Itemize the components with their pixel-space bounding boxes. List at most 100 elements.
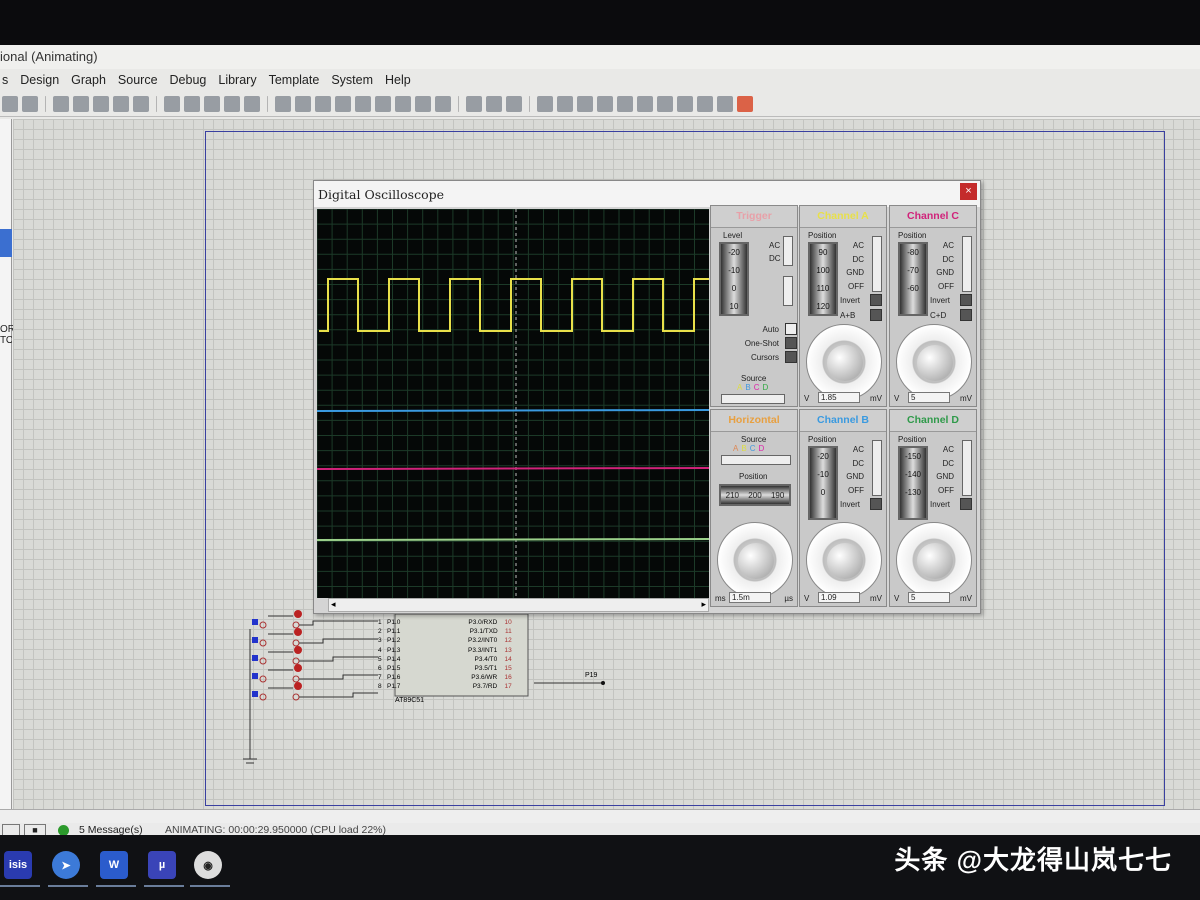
- toolbar-button-icon[interactable]: [557, 95, 573, 112]
- position-drum[interactable]: 210 200 190: [719, 484, 791, 506]
- menu-item[interactable]: s: [2, 73, 8, 87]
- coupling-off[interactable]: OFF: [934, 280, 954, 294]
- horizontal-scrollbar[interactable]: [0, 809, 1200, 823]
- menu-system[interactable]: System: [331, 73, 373, 87]
- time-per-div-knob[interactable]: [717, 522, 793, 598]
- screen-scrollbar[interactable]: ◂ ▸: [328, 598, 709, 612]
- toolbar-button-icon[interactable]: [73, 95, 89, 112]
- toolbar-button-icon[interactable]: [164, 95, 180, 112]
- coupling-dc[interactable]: DC: [844, 457, 864, 471]
- c+d-button[interactable]: [960, 309, 972, 321]
- toolbar-button-icon[interactable]: [537, 95, 553, 112]
- keil-taskbar-icon[interactable]: µ: [148, 851, 176, 879]
- position-drum[interactable]: 90 100 110 120: [808, 242, 838, 316]
- toolbar-button-icon[interactable]: [458, 95, 459, 112]
- toolbar-button-icon[interactable]: [204, 95, 220, 112]
- toolbar-button-icon[interactable]: [737, 95, 753, 112]
- menu-library[interactable]: Library: [218, 73, 256, 87]
- toolbar-button-icon[interactable]: [506, 95, 522, 112]
- close-button[interactable]: ×: [960, 183, 977, 200]
- menu-graph[interactable]: Graph: [71, 73, 106, 87]
- push-button[interactable]: [252, 664, 378, 683]
- menu-template[interactable]: Template: [269, 73, 320, 87]
- toolbar-button-icon[interactable]: [466, 95, 482, 112]
- toolbar-button-icon[interactable]: [295, 95, 311, 112]
- source-slider[interactable]: [721, 394, 785, 404]
- toolbar-button-icon[interactable]: [677, 95, 693, 112]
- cursors-button[interactable]: [785, 351, 797, 363]
- coupling-off[interactable]: OFF: [844, 280, 864, 294]
- menu-debug[interactable]: Debug: [170, 73, 207, 87]
- app-taskbar-icon[interactable]: ◉: [194, 851, 222, 879]
- toolbar-button-icon[interactable]: [113, 95, 129, 112]
- feishu-taskbar-icon[interactable]: ➤: [52, 851, 80, 879]
- toolbar-button-icon[interactable]: [335, 95, 351, 112]
- trigger-coupling[interactable]: DC: [769, 252, 781, 265]
- toolbar-button-icon[interactable]: [597, 95, 613, 112]
- position-drum[interactable]: -80 -70 -60: [898, 242, 928, 316]
- toolbar-button-icon[interactable]: [315, 95, 331, 112]
- toolbar-button-icon[interactable]: [415, 95, 431, 112]
- toolbar-button-icon[interactable]: [133, 95, 149, 112]
- volts-per-div-knob[interactable]: [896, 522, 972, 598]
- toolbar-button-icon[interactable]: [697, 95, 713, 112]
- toolbar-button-icon[interactable]: [45, 95, 46, 112]
- coupling-gnd[interactable]: GND: [844, 266, 864, 280]
- toolbar-button-icon[interactable]: [224, 95, 240, 112]
- toolbar-button-icon[interactable]: [529, 95, 530, 112]
- volts-per-div-knob[interactable]: [806, 324, 882, 400]
- position-drum[interactable]: -20 -10 0: [808, 446, 838, 520]
- toolbar-button-icon[interactable]: [22, 95, 38, 112]
- invert-button[interactable]: [870, 294, 882, 306]
- coupling-ac[interactable]: AC: [844, 239, 864, 253]
- coupling-off[interactable]: OFF: [844, 484, 864, 498]
- coupling-dc[interactable]: DC: [844, 253, 864, 267]
- coupling-slider[interactable]: [783, 236, 793, 266]
- invert-button[interactable]: [960, 498, 972, 510]
- source-slider[interactable]: [721, 455, 791, 465]
- invert-button[interactable]: [960, 294, 972, 306]
- coupling-dc[interactable]: DC: [934, 457, 954, 471]
- wps-taskbar-icon[interactable]: W: [100, 851, 128, 879]
- toolbar-button-icon[interactable]: [617, 95, 633, 112]
- toolbar-button-icon[interactable]: [375, 95, 391, 112]
- push-button[interactable]: [252, 628, 378, 647]
- toolbar-button-icon[interactable]: [435, 95, 451, 112]
- coupling-dc[interactable]: DC: [934, 253, 954, 267]
- toolbar-button-icon[interactable]: [267, 95, 268, 112]
- level-drum[interactable]: -20 -10 0 10: [719, 242, 749, 316]
- one-shot-button[interactable]: [785, 337, 797, 349]
- volts-per-div-knob[interactable]: [896, 324, 972, 400]
- toolbar-button-icon[interactable]: [184, 95, 200, 112]
- auto-button[interactable]: [785, 323, 797, 335]
- coupling-gnd[interactable]: GND: [934, 266, 954, 280]
- object-selector[interactable]: OR TOF: [0, 119, 15, 809]
- toolbar-button-icon[interactable]: [637, 95, 653, 112]
- coupling-slider[interactable]: [962, 440, 972, 496]
- toolbar-button-icon[interactable]: [275, 95, 291, 112]
- toolbar-button-icon[interactable]: [156, 95, 157, 112]
- menu-help[interactable]: Help: [385, 73, 411, 87]
- coupling-slider[interactable]: [962, 236, 972, 292]
- toolbar-button-icon[interactable]: [355, 95, 371, 112]
- coupling-ac[interactable]: AC: [934, 443, 954, 457]
- coupling-gnd[interactable]: GND: [934, 470, 954, 484]
- push-button[interactable]: [252, 646, 378, 665]
- toolbar-button-icon[interactable]: [717, 95, 733, 112]
- position-drum[interactable]: -150 -140 -130: [898, 446, 928, 520]
- push-button[interactable]: [252, 682, 378, 701]
- invert-button[interactable]: [870, 498, 882, 510]
- menu-design[interactable]: Design: [20, 73, 59, 87]
- menu-source[interactable]: Source: [118, 73, 158, 87]
- isis-taskbar-icon[interactable]: isis: [4, 851, 32, 879]
- toolbar-button-icon[interactable]: [486, 95, 502, 112]
- coupling-off[interactable]: OFF: [934, 484, 954, 498]
- edge-slider[interactable]: [783, 276, 793, 306]
- toolbar-button-icon[interactable]: [657, 95, 673, 112]
- toolbar-button-icon[interactable]: [577, 95, 593, 112]
- coupling-gnd[interactable]: GND: [844, 470, 864, 484]
- toolbar-button-icon[interactable]: [93, 95, 109, 112]
- coupling-slider[interactable]: [872, 440, 882, 496]
- toolbar-button-icon[interactable]: [395, 95, 411, 112]
- toolbar-button-icon[interactable]: [244, 95, 260, 112]
